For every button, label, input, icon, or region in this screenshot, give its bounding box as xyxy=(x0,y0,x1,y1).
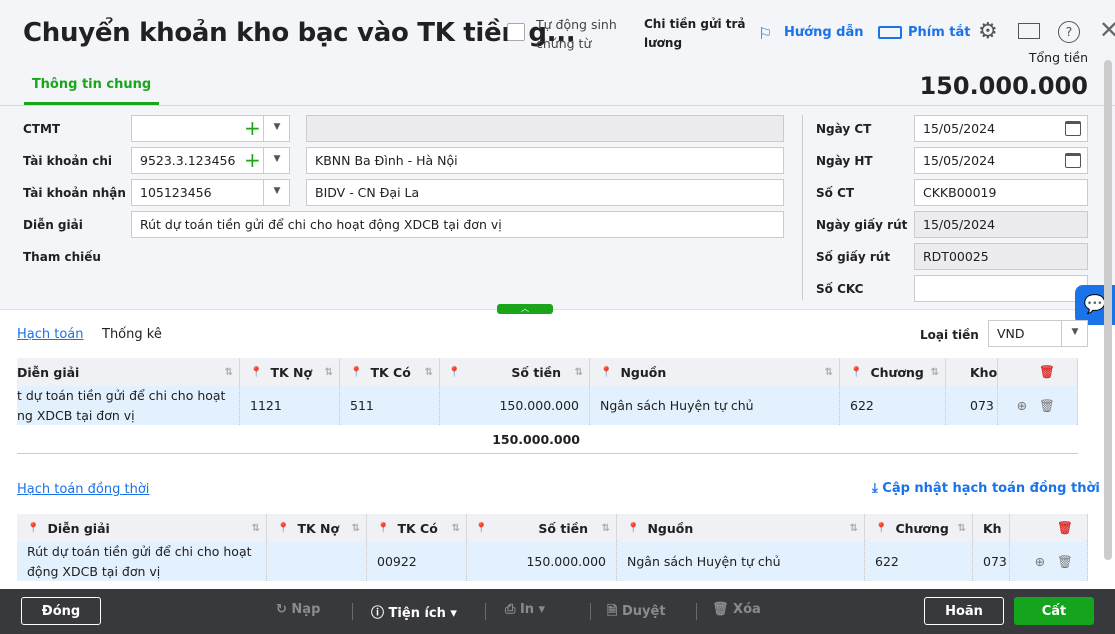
posting-date-input[interactable]: 15/05/2024 xyxy=(914,147,1088,174)
row-chapter[interactable]: 622 xyxy=(865,542,973,581)
total-label: Tổng tiền xyxy=(1028,50,1088,65)
chevron-down-icon[interactable]: ▼ xyxy=(263,115,290,142)
row-debit[interactable] xyxy=(267,542,367,581)
voucher-no-input[interactable]: CKKB00019 xyxy=(914,179,1088,206)
row-description[interactable]: Rút dự toán tiền gửi để chi cho hoạt độn… xyxy=(17,542,267,581)
shortcut-link[interactable]: Phím tắt xyxy=(908,25,971,40)
row-amount[interactable]: 150.000.000 xyxy=(467,542,617,581)
trash-icon[interactable]: 🗑 xyxy=(1039,396,1055,416)
withdrawal-date-input: 15/05/2024 xyxy=(914,211,1088,238)
chevron-down-icon[interactable]: ▼ xyxy=(1061,320,1088,347)
add-icon[interactable]: + xyxy=(244,150,261,170)
total-value: 150.000.000 xyxy=(919,72,1088,100)
approve-button[interactable]: 🗎 Duyệt xyxy=(607,602,666,624)
page-title: Chuyển khoản kho bạc vào TK tiền g... xyxy=(23,18,576,48)
tab-accounting[interactable]: Hạch toán xyxy=(17,327,84,342)
add-row-icon[interactable]: ⊕ xyxy=(1017,396,1027,416)
account-in-name[interactable]: BIDV - CN Đại La xyxy=(306,179,784,206)
chevron-down-icon[interactable]: ▼ xyxy=(263,147,290,174)
withdrawal-date-label: Ngày giấy rút xyxy=(816,218,908,232)
voucher-date-input[interactable]: 15/05/2024 xyxy=(914,115,1088,142)
ckc-no-label: Số CKC xyxy=(816,282,864,296)
trash-icon[interactable]: 🗑 xyxy=(1057,552,1073,572)
collapse-button[interactable]: ︿ xyxy=(497,304,553,314)
trash-icon: 🗑 xyxy=(712,602,729,617)
ctmt-name xyxy=(306,115,784,142)
ctmt-label: CTMT xyxy=(23,122,61,136)
posting-date-label: Ngày HT xyxy=(816,154,873,168)
row-description[interactable]: t dự toán tiền gửi để chi cho hoạt ng XD… xyxy=(17,386,240,425)
utility-button[interactable]: ⓘ Tiện ích ▾ xyxy=(371,602,457,621)
delete-button[interactable]: 🗑 Xóa xyxy=(712,602,761,617)
footer-toolbar: Đóng ↻ Nạp ⓘ Tiện ích ▾ ⎙ In ▾ 🗎 Duyệt 🗑… xyxy=(0,589,1115,634)
description-label: Diễn giải xyxy=(23,218,83,232)
row-source[interactable]: Ngân sách Huyện tự chủ xyxy=(590,386,840,425)
voucher-date-label: Ngày CT xyxy=(816,122,872,136)
row-chapter[interactable]: 622 xyxy=(840,386,946,425)
currency-label: Loại tiền xyxy=(920,328,979,342)
auto-generate-label: Tự động sinh chứng từ xyxy=(536,17,617,51)
postpone-button[interactable]: Hoãn xyxy=(924,597,1004,625)
account-out-label: Tài khoản chi xyxy=(23,154,112,168)
voucher-no-label: Số CT xyxy=(816,186,855,200)
printer-icon: ⎙ xyxy=(505,602,516,617)
row-amount[interactable]: 150.000.000 xyxy=(440,386,590,425)
scrollbar[interactable] xyxy=(1104,60,1112,560)
keyboard-icon xyxy=(878,26,902,39)
more-icon: ⓘ xyxy=(371,606,385,621)
row-credit[interactable]: 511 xyxy=(340,386,440,425)
row-item[interactable]: 073 xyxy=(946,386,998,425)
reference-label: Tham chiếu xyxy=(23,250,101,264)
delete-all-icon[interactable]: 🗑 xyxy=(998,358,1078,386)
add-row-icon[interactable]: ⊕ xyxy=(1035,552,1045,572)
row-source[interactable]: Ngân sách Huyện tự chủ xyxy=(617,542,865,581)
delete-all-icon[interactable]: 🗑 xyxy=(1010,514,1088,542)
account-out-name[interactable]: KBNN Ba Đình - Hà Nội xyxy=(306,147,784,174)
add-icon[interactable]: + xyxy=(244,118,261,138)
gear-icon[interactable]: ⚙ xyxy=(978,19,998,44)
close-icon[interactable]: ✕ xyxy=(1099,16,1115,44)
update-concurrent-link[interactable]: ⤓ Cập nhật hạch toán đồng thời xyxy=(872,481,1100,496)
concurrent-grid: 📍 Diễn giải ⇅ 📍 TK Nợ ⇅ 📍 TK Có ⇅ 📍 Số tiền ⇅ 📍 N… xyxy=(17,514,1088,581)
help-icon[interactable]: ? xyxy=(1058,21,1080,43)
row-item[interactable]: 073 xyxy=(973,542,1010,581)
close-button[interactable]: Đóng xyxy=(21,597,101,625)
col-description: Diễn giải ⇅ xyxy=(17,358,240,386)
header-area: Chuyển khoản kho bạc vào TK tiền g... Tự… xyxy=(0,0,1115,314)
save-button[interactable]: Cất xyxy=(1014,597,1094,625)
update-icon: ⤓ xyxy=(872,481,883,496)
auto-generate-checkbox[interactable] xyxy=(507,23,525,41)
calendar-icon xyxy=(1065,153,1081,168)
voucher-type: Chi tiền gửi trả lương xyxy=(644,17,746,50)
row-credit[interactable]: 00922 xyxy=(367,542,467,581)
total-amount: 150.000.000 xyxy=(492,432,580,447)
account-in-label: Tài khoản nhận xyxy=(23,186,126,200)
row-debit[interactable]: 1121 xyxy=(240,386,340,425)
accounting-grid: Diễn giải ⇅ 📍 TK Nợ ⇅ 📍 TK Có ⇅ 📍 Số tiền ⇅ 📍 Ng… xyxy=(17,358,1078,454)
guide-link[interactable]: Hướng dẫn xyxy=(784,25,864,40)
reload-button[interactable]: ↻ Nạp xyxy=(276,602,320,617)
mail-forward-icon[interactable] xyxy=(1018,23,1040,39)
calendar-icon xyxy=(1065,121,1081,136)
chevron-down-icon[interactable]: ▼ xyxy=(263,179,290,206)
description-input[interactable]: Rút dự toán tiền gửi để chi cho hoạt độn… xyxy=(131,211,784,238)
concurrent-accounting-title[interactable]: Hạch toán đồng thời xyxy=(17,482,149,497)
withdrawal-no-label: Số giấy rút xyxy=(816,250,891,264)
tab-general-info[interactable]: Thông tin chung xyxy=(24,77,159,105)
withdrawal-no-input: RDT00025 xyxy=(914,243,1088,270)
signpost-icon: ⚐ xyxy=(758,24,773,43)
tab-statistics[interactable]: Thống kê xyxy=(102,327,162,342)
ckc-no-input[interactable] xyxy=(914,275,1088,302)
print-button[interactable]: ⎙ In ▾ xyxy=(505,602,545,617)
document-icon: 🗎 xyxy=(607,604,618,619)
